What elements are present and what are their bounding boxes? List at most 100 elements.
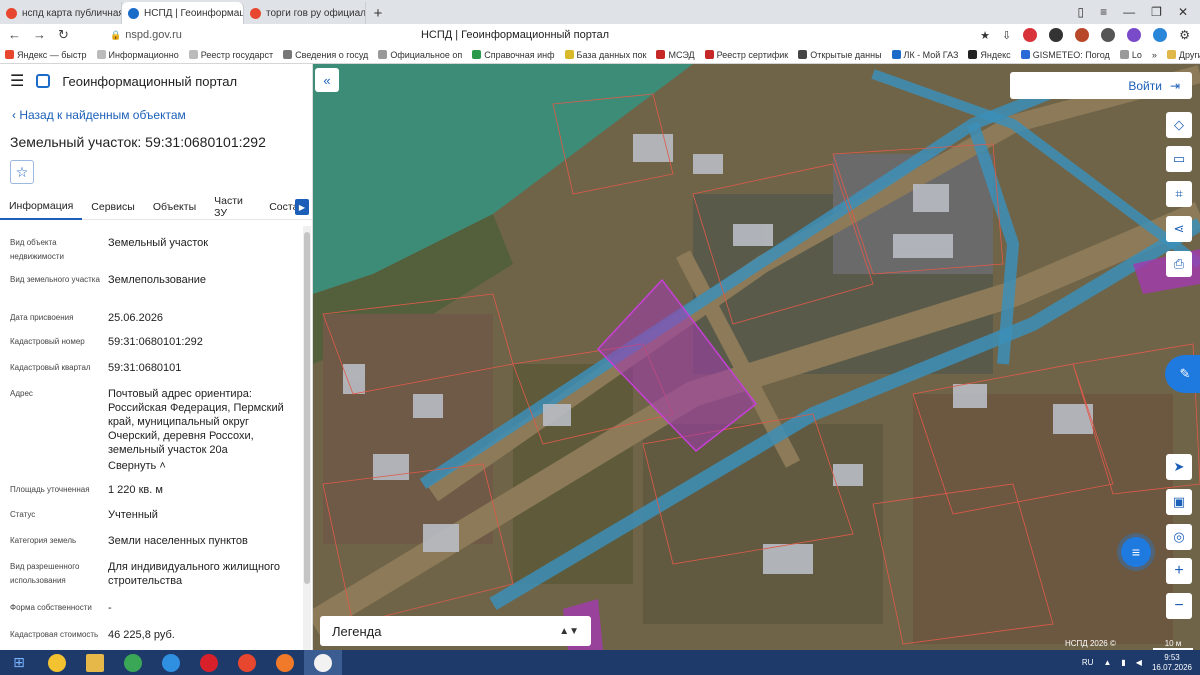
tab-services[interactable]: Сервисы bbox=[82, 194, 144, 220]
taskbar-app[interactable] bbox=[76, 650, 114, 675]
network-icon[interactable]: ▮ bbox=[1121, 658, 1125, 667]
avast-icon bbox=[48, 653, 66, 672]
taskbar-app[interactable] bbox=[266, 650, 304, 675]
extension-icon[interactable] bbox=[1127, 28, 1142, 42]
zoom-in-button[interactable]: + bbox=[1166, 558, 1192, 584]
print-button[interactable]: ⎙ bbox=[1166, 251, 1192, 277]
layers-button[interactable]: ◇ bbox=[1166, 112, 1192, 138]
bookmark-item[interactable]: Сведения о госуд bbox=[278, 50, 373, 60]
attribute-label: Вид разрешенного использования bbox=[10, 562, 80, 585]
basemap-button[interactable]: ▣ bbox=[1166, 489, 1192, 515]
share-icon: ⋖ bbox=[1173, 221, 1185, 236]
browser-tab[interactable]: нспд карта публичная кад bbox=[0, 2, 122, 24]
attribute-label: Площадь уточненная bbox=[10, 485, 90, 494]
bookmark-item[interactable]: Справочная инф bbox=[467, 50, 559, 60]
bookmark-item[interactable]: МСЭД bbox=[651, 50, 699, 60]
browser-tab-active[interactable]: НСПД | Геоинформацио ✕ bbox=[122, 2, 244, 24]
ruler-icon: ▭ bbox=[1172, 151, 1186, 166]
tray-arrow-icon[interactable]: ▲ bbox=[1103, 658, 1111, 667]
clock[interactable]: 9:53 16.07.2026 bbox=[1152, 653, 1192, 673]
login-button[interactable]: Войти ⇥ bbox=[1010, 72, 1192, 99]
new-tab-button[interactable]: + bbox=[366, 2, 390, 24]
tabs-scroll-right-icon[interactable]: ▶ bbox=[295, 199, 309, 215]
map-view[interactable]: « Войти ⇥ ◇ ▭ ⌗ ⋖ ⎙ ✎ ➤ ▣ ◎ + − ≡ Легенда… bbox=[313, 64, 1200, 650]
bookmark-item[interactable]: Яндекс bbox=[963, 50, 1015, 60]
forward-arrow-icon[interactable]: → bbox=[33, 27, 46, 43]
url-field[interactable]: nspd.gov.ru bbox=[125, 29, 182, 41]
chevron-up-icon: ˄ bbox=[159, 460, 166, 472]
bookmark-item[interactable]: Официальное оп bbox=[373, 50, 467, 60]
panel-scrollbar[interactable] bbox=[303, 226, 311, 650]
login-icon: ⇥ bbox=[1169, 78, 1180, 93]
bookmark-item[interactable]: Открытые данны bbox=[793, 50, 886, 60]
bookmark-item[interactable]: Яндекс — быстр bbox=[0, 50, 92, 60]
legend-selector[interactable]: Легенда ▲▼ bbox=[320, 616, 591, 646]
layers-icon: ◇ bbox=[1174, 117, 1184, 132]
bookmarks-icon[interactable]: ▯ bbox=[1078, 5, 1085, 19]
yandex-favicon-icon bbox=[6, 7, 17, 19]
tab-parts[interactable]: Части ЗУ bbox=[205, 194, 260, 220]
taskbar-app[interactable] bbox=[114, 650, 152, 675]
language-indicator[interactable]: RU bbox=[1082, 658, 1094, 667]
extension-icon[interactable] bbox=[1101, 28, 1116, 42]
reload-icon[interactable]: ↻ bbox=[58, 27, 69, 43]
extensions: ★ ⇩ ⚙ bbox=[980, 28, 1200, 42]
bookmarks-overflow-icon[interactable]: » bbox=[1147, 50, 1162, 60]
browser-tab[interactable]: торги гов ру официальн bbox=[244, 2, 366, 24]
navigation-arrow-icon: ➤ bbox=[1173, 459, 1185, 474]
attribute-value: Землепользование bbox=[108, 274, 207, 286]
adblock-icon[interactable] bbox=[1023, 28, 1038, 42]
share-button[interactable]: ⋖ bbox=[1166, 216, 1192, 242]
start-button[interactable]: ⊞ bbox=[0, 650, 38, 675]
yandex-browser-icon bbox=[314, 653, 332, 672]
close-window-button[interactable]: ✕ bbox=[1178, 5, 1188, 19]
folder-icon bbox=[86, 653, 104, 672]
volume-icon[interactable]: ◀ bbox=[1136, 658, 1142, 667]
bookmark-item[interactable]: Lo bbox=[1115, 50, 1147, 60]
extension-icon[interactable] bbox=[1153, 28, 1168, 42]
bookmark-item[interactable]: База данных пок bbox=[560, 50, 652, 60]
collapse-panel-button[interactable]: « bbox=[315, 68, 339, 92]
minimize-button[interactable]: — bbox=[1123, 5, 1135, 19]
bookmark-item[interactable]: Информационно bbox=[92, 50, 184, 60]
scrollbar-thumb[interactable] bbox=[304, 232, 310, 584]
back-arrow-icon[interactable]: ← bbox=[8, 27, 21, 43]
taskbar-app[interactable] bbox=[152, 650, 190, 675]
select-area-button[interactable]: ⌗ bbox=[1166, 181, 1192, 207]
bookmark-item[interactable]: GISMETEO: Погод bbox=[1016, 50, 1115, 60]
taskbar-app[interactable] bbox=[304, 650, 342, 675]
extension-icon[interactable] bbox=[1049, 28, 1064, 42]
select-area-icon: ⌗ bbox=[1175, 186, 1183, 201]
download-icon[interactable]: ⇩ bbox=[1002, 29, 1011, 42]
bookmark-icon bbox=[891, 50, 901, 59]
collapse-address-link[interactable]: Свернуть ˄ bbox=[108, 459, 290, 473]
window-controls: ▯ ≡ — ❐ ✕ bbox=[1078, 0, 1200, 24]
bookmark-star-icon[interactable]: ★ bbox=[980, 29, 990, 42]
geo-search-button[interactable]: ◎ bbox=[1166, 524, 1192, 550]
bookmark-icon bbox=[472, 50, 482, 59]
tab-information[interactable]: Информация bbox=[0, 194, 83, 220]
bookmark-icon bbox=[564, 50, 574, 59]
taskbar-app[interactable] bbox=[190, 650, 228, 675]
other-bookmarks[interactable]: Другие закладки bbox=[1162, 50, 1200, 60]
maximize-button[interactable]: ❐ bbox=[1151, 5, 1162, 19]
zoom-out-button[interactable]: − bbox=[1166, 593, 1192, 619]
hamburger-menu-icon[interactable]: ☰ bbox=[10, 71, 24, 91]
menu-icon[interactable]: ≡ bbox=[1100, 5, 1107, 19]
feedback-button[interactable]: ✎ bbox=[1165, 355, 1200, 393]
measure-button[interactable]: ▭ bbox=[1166, 146, 1192, 172]
tab-objects[interactable]: Объекты bbox=[144, 194, 205, 220]
chat-button[interactable]: ≡ bbox=[1121, 537, 1151, 567]
extension-icon[interactable] bbox=[1075, 28, 1090, 42]
chevron-updown-icon: ▲▼ bbox=[559, 625, 579, 637]
back-to-results-link[interactable]: ‹ Назад к найденным объектам bbox=[12, 108, 186, 122]
locate-button[interactable]: ➤ bbox=[1166, 454, 1192, 480]
favorite-star-button[interactable]: ☆ bbox=[10, 160, 34, 184]
settings-icon[interactable]: ⚙ bbox=[1179, 28, 1190, 42]
bookmark-item[interactable]: ЛК - Мой ГАЗ bbox=[887, 50, 964, 60]
bookmark-item[interactable]: Реестр государст bbox=[184, 50, 278, 60]
taskbar-app[interactable] bbox=[38, 650, 76, 675]
taskbar-app[interactable] bbox=[228, 650, 266, 675]
info-tabs: Информация Сервисы Объекты Части ЗУ Сост… bbox=[0, 194, 312, 220]
bookmark-item[interactable]: Реестр сертифик bbox=[700, 50, 794, 60]
